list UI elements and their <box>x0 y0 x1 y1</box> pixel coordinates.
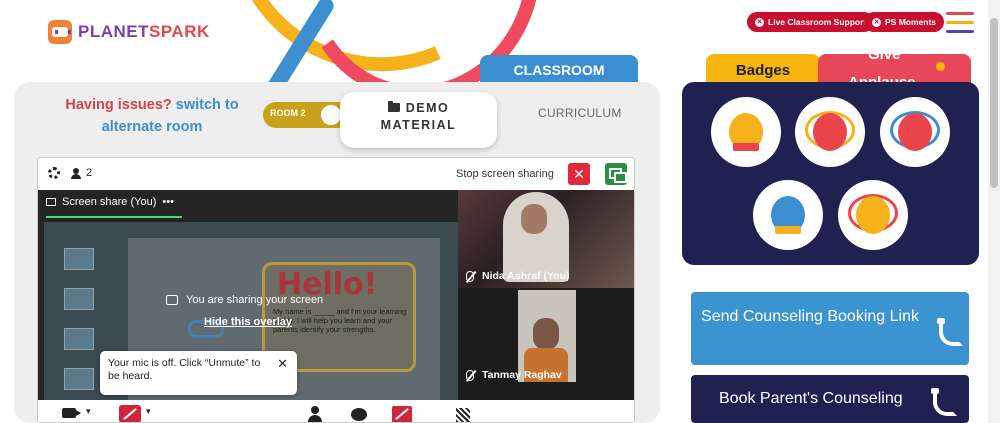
phone-icon <box>931 388 953 410</box>
hide-overlay-link[interactable]: Hide this overlay <box>204 316 292 328</box>
share-up-icon <box>166 295 178 305</box>
stop-sharing-label: Stop screen sharing <box>456 168 554 180</box>
idea-badge-icon[interactable] <box>753 180 823 250</box>
close-icon[interactable]: ✕ <box>277 357 288 370</box>
zoom-top-bar: 2 Stop screen sharing ✕ <box>38 158 634 190</box>
live-support-label: Live Classroom Support <box>768 17 867 27</box>
ps-moments-label: PS Moments <box>885 17 937 27</box>
tab-underline <box>46 216 182 218</box>
robot-logo-icon <box>48 20 72 44</box>
participant-face <box>533 318 559 350</box>
phone-icon <box>937 318 959 340</box>
participant-name: Tanmay Raghav <box>482 369 562 381</box>
slide-thumbnail <box>64 328 94 350</box>
meditation-badge-icon[interactable] <box>880 97 950 167</box>
share-screen-off-icon[interactable] <box>392 406 412 422</box>
alternate-room-link[interactable]: alternate room <box>102 119 203 135</box>
room-toggle-label: ROOM 2 <box>270 108 306 118</box>
meditation-shape <box>898 113 932 151</box>
screen-share-tab-label: Screen share (You) <box>62 196 157 208</box>
participant-video[interactable]: Nida Ashraf (You) <box>458 190 634 288</box>
book-parent-counseling-button[interactable]: Book Parent's Counseling <box>691 375 969 423</box>
whiteboard-icon[interactable] <box>456 408 470 422</box>
send-counseling-booking-link-button[interactable]: Send Counseling Booking Link <box>691 292 969 365</box>
tab-classroom[interactable]: CLASSROOM <box>480 55 638 92</box>
notification-dot <box>936 62 945 71</box>
badge-base <box>775 226 801 234</box>
page-scrollbar[interactable] <box>988 0 1000 423</box>
stop-sharing-button[interactable]: ✕ <box>568 163 590 185</box>
participant-name-tag: Nida Ashraf (You) <box>466 270 570 282</box>
gear-icon[interactable] <box>48 167 60 179</box>
page: PLANETSPARK ✕ Live Classroom Support ✕ P… <box>0 0 1000 423</box>
menu-icon[interactable] <box>946 12 974 34</box>
issue-question: Having issues? <box>65 97 172 113</box>
folder-icon <box>387 101 400 112</box>
screen-icon <box>46 198 56 206</box>
participant-video[interactable]: Tanmay Raghav <box>458 288 634 400</box>
sharing-overlay-message: You are sharing your screen <box>166 294 323 306</box>
mic-off-icon <box>466 369 474 381</box>
mic-tooltip-text: Your mic is off. Click “Unmute” to be he… <box>108 357 261 382</box>
close-circle-icon: ✕ <box>872 17 881 27</box>
planetspark-logo[interactable]: PLANETSPARK <box>48 20 210 44</box>
participant-face <box>521 204 547 234</box>
slide-body-text: My name is _____ and I'm your learning b… <box>273 307 407 334</box>
send-counseling-label: Send Counseling Booking Link <box>701 308 919 325</box>
zoom-toolbar: ▾ ▾ <box>38 400 634 422</box>
close-circle-icon: ✕ <box>755 17 764 27</box>
video-camera-icon[interactable] <box>62 408 81 418</box>
slide-thumbnail <box>64 368 94 390</box>
slide-thumbnail <box>64 248 94 270</box>
live-classroom-support-button[interactable]: ✕ Live Classroom Support <box>747 12 875 32</box>
give-label: Give <box>868 54 901 63</box>
brain-shape <box>856 196 890 234</box>
book-counseling-label: Book Parent's Counseling <box>719 390 903 407</box>
sharing-message: You are sharing your screen <box>186 294 324 306</box>
switch-link[interactable]: switch to <box>176 97 239 113</box>
demo-material-button[interactable]: DEMO MATERIAL <box>340 92 497 148</box>
badge-base <box>733 143 759 151</box>
participant-name-tag: Tanmay Raghav <box>466 369 562 381</box>
more-options-icon[interactable]: ••• <box>162 196 174 208</box>
mic-muted-icon[interactable] <box>119 405 141 422</box>
room-toggle[interactable]: ROOM 2 <box>263 102 351 128</box>
brain-badge-icon[interactable] <box>838 180 908 250</box>
curriculum-link[interactable]: CURRICULUM <box>538 106 622 120</box>
participants-icon[interactable] <box>308 406 322 422</box>
participant-name: Nida Ashraf (You) <box>482 270 570 282</box>
participant-count: 2 <box>86 167 93 179</box>
badges-panel <box>682 82 979 265</box>
fist-shape <box>813 113 847 151</box>
toggle-knob <box>321 105 341 125</box>
mic-off-icon <box>466 270 474 282</box>
fist-badge-icon[interactable] <box>795 97 865 167</box>
share-screen-icon[interactable] <box>605 163 627 185</box>
alternate-room-prompt[interactable]: Having issues? switch to alternate room <box>52 94 252 138</box>
ps-moments-button[interactable]: ✕ PS Moments <box>864 12 945 32</box>
mic-off-tooltip: Your mic is off. Click “Unmute” to be he… <box>100 351 297 395</box>
chevron-down-icon[interactable]: ▾ <box>86 406 91 417</box>
chat-icon[interactable] <box>351 408 367 421</box>
participants-icon[interactable] <box>71 168 81 180</box>
material-label: MATERIAL <box>380 118 457 132</box>
trophy-badge-icon[interactable] <box>711 97 781 167</box>
demo-label: DEMO <box>405 101 450 115</box>
screen-share-tab[interactable]: Screen share (You) ••• <box>46 196 174 208</box>
logo-text: PLANETSPARK <box>78 22 210 41</box>
slide-thumbnail <box>64 288 94 310</box>
chevron-down-icon[interactable]: ▾ <box>146 406 151 417</box>
scrollbar-thumb[interactable] <box>990 18 998 188</box>
